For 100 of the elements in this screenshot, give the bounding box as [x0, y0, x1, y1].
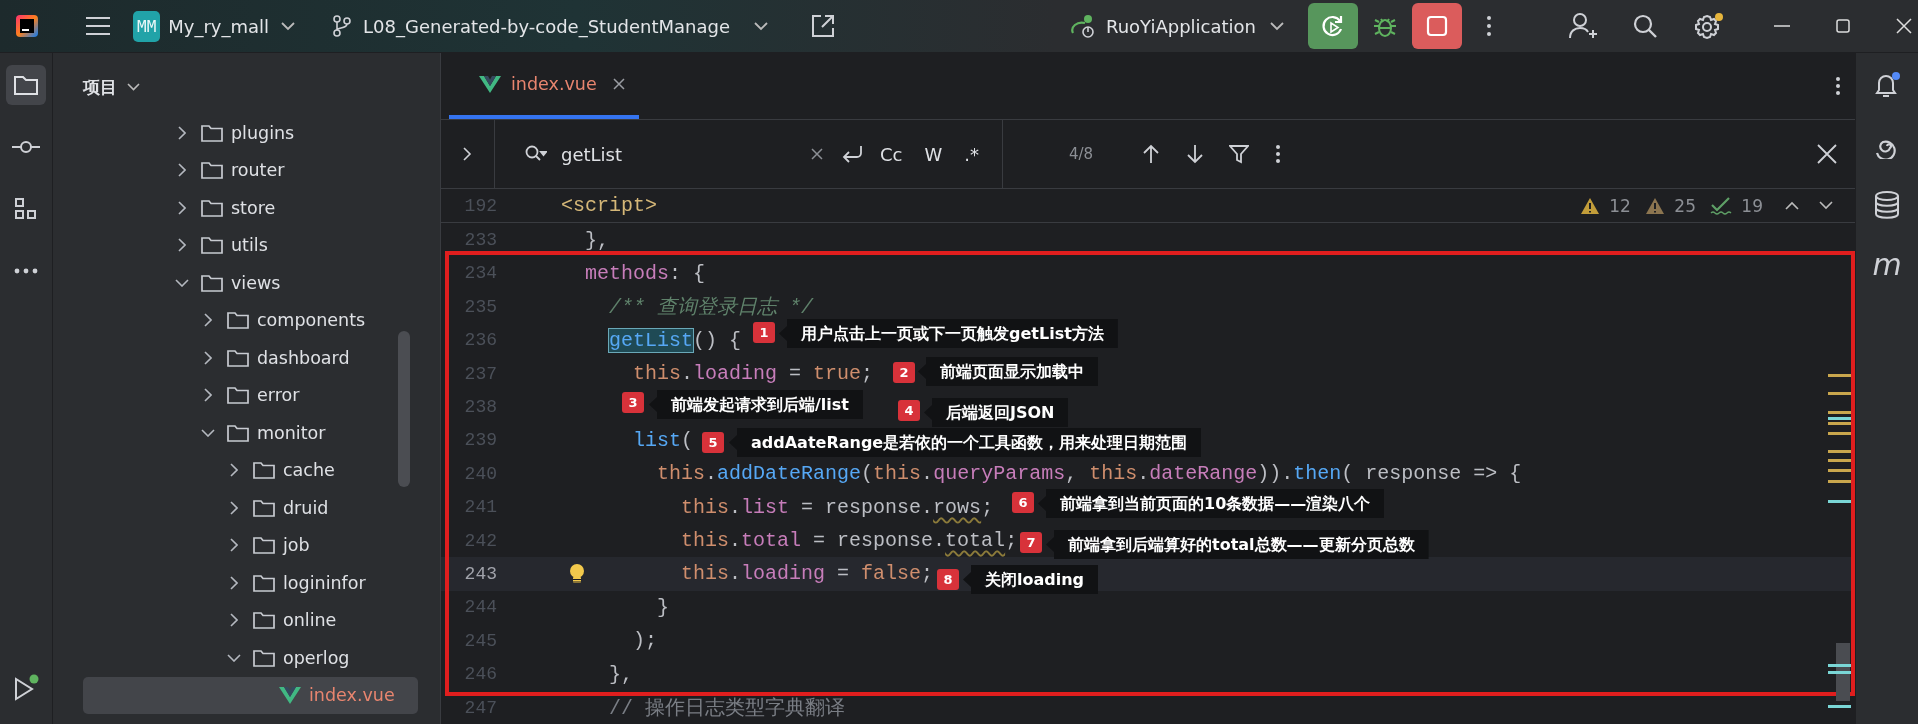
callout: 用户点击上一页或下一页触发getList方法 — [779, 319, 1118, 348]
chevron-icon[interactable] — [230, 575, 238, 590]
previous-icon[interactable] — [1785, 201, 1799, 211]
folder-icon — [227, 348, 249, 367]
caret-icon[interactable] — [754, 21, 769, 31]
plugin-tool-button[interactable]: m — [1872, 251, 1902, 279]
folder-icon — [253, 611, 275, 630]
tree-item[interactable]: error — [257, 385, 300, 406]
structure-icon[interactable] — [14, 197, 38, 221]
project-name[interactable]: My_ry_mall — [168, 15, 270, 37]
check-icon[interactable] — [1709, 196, 1732, 215]
lightbulb-icon[interactable] — [569, 563, 585, 586]
caret-icon[interactable] — [1270, 21, 1284, 31]
callout: addAateRange是若依的一个工具函数，用来处理日期范围 — [729, 428, 1202, 457]
step-badge: 4 — [898, 400, 920, 421]
inspection-count[interactable]: 19 — [1709, 195, 1763, 216]
chevron-icon[interactable] — [227, 653, 241, 662]
tree-item[interactable]: utils — [231, 235, 268, 256]
chevron-icon[interactable] — [178, 163, 186, 178]
close-icon[interactable] — [612, 78, 625, 90]
tree-item[interactable]: online — [283, 610, 337, 631]
more-icon[interactable] — [1275, 144, 1282, 164]
tree-item[interactable]: router — [231, 160, 285, 181]
search-option[interactable]: Cc — [875, 139, 908, 169]
branch-icon[interactable] — [333, 15, 352, 37]
search-field[interactable]: getList — [561, 139, 811, 169]
external-window-icon[interactable] — [810, 13, 837, 39]
run-configuration[interactable]: RuoYiApplication — [1105, 15, 1256, 37]
stop-button[interactable] — [1412, 3, 1462, 49]
chevron-icon[interactable] — [178, 238, 186, 253]
inspection-count[interactable]: 12 — [1579, 195, 1631, 216]
search-option[interactable]: .* — [959, 139, 984, 169]
chevron-icon[interactable] — [175, 278, 189, 287]
code-line: list( — [633, 428, 694, 452]
branch-name[interactable]: L08_Generated-by-code_StudentManage — [363, 15, 731, 37]
settings-icon[interactable] — [1694, 12, 1724, 40]
chevron-icon[interactable] — [204, 350, 212, 365]
code-line: // 操作日志类型字典翻译 — [609, 696, 846, 722]
tree-item[interactable]: views — [231, 272, 281, 293]
chevron-icon[interactable] — [178, 200, 186, 215]
tree-item[interactable]: operlog — [283, 647, 350, 668]
tree-item[interactable]: monitor — [257, 422, 326, 443]
tree-item[interactable]: index.vue — [309, 685, 395, 706]
tree-item[interactable]: dashboard — [257, 347, 350, 368]
chevron-icon[interactable] — [230, 500, 238, 515]
close-icon[interactable] — [1817, 144, 1837, 164]
chevron-icon[interactable] — [230, 463, 238, 478]
next-icon[interactable] — [1819, 201, 1833, 211]
commit-icon[interactable] — [12, 140, 40, 154]
chevron-icon[interactable] — [204, 388, 212, 403]
expand-icon[interactable] — [463, 147, 472, 161]
project-tool-button[interactable] — [6, 65, 46, 105]
more-icon[interactable] — [1835, 76, 1841, 96]
chevron-icon[interactable] — [230, 538, 238, 553]
folder-icon[interactable] — [13, 74, 39, 96]
database-icon[interactable] — [1874, 191, 1900, 219]
code-line: /** 查询登录日志 */ — [609, 295, 814, 321]
search-icon[interactable] — [1632, 13, 1658, 39]
inspection-count[interactable]: 25 — [1644, 195, 1696, 216]
scrollbar[interactable] — [398, 331, 410, 487]
tree-item[interactable]: logininfor — [283, 572, 366, 593]
clear-icon[interactable] — [811, 148, 823, 160]
search-option[interactable]: W — [919, 139, 948, 169]
caret-icon[interactable] — [281, 21, 296, 31]
run-icon[interactable] — [13, 674, 39, 702]
step-badge: 5 — [702, 432, 724, 453]
caret-icon[interactable] — [127, 83, 140, 91]
up-arrow-icon[interactable] — [1143, 144, 1160, 164]
callout: 后端返回JSON — [924, 398, 1069, 427]
more-icon[interactable] — [1486, 15, 1492, 37]
wrap-icon[interactable] — [841, 145, 863, 163]
step-badge: 7 — [1020, 532, 1042, 553]
maximize-icon[interactable] — [1836, 19, 1850, 33]
app-logo-icon[interactable] — [16, 15, 38, 37]
chevron-icon[interactable] — [178, 125, 186, 140]
code-line: this.list = response.rows; — [681, 495, 994, 519]
warning-icon[interactable] — [1644, 196, 1665, 215]
stop-icon[interactable] — [1425, 14, 1449, 38]
code-line: this.loading = true; — [633, 362, 874, 386]
menu-icon[interactable] — [85, 16, 111, 36]
step-badge: 1 — [753, 322, 775, 343]
step-badge: 2 — [893, 362, 915, 383]
chevron-icon[interactable] — [201, 428, 215, 437]
tree-item[interactable]: components — [257, 310, 366, 331]
rerun-button[interactable] — [1308, 3, 1358, 49]
warning-icon[interactable] — [1579, 196, 1600, 215]
down-arrow-icon[interactable] — [1187, 144, 1204, 164]
file-tab[interactable]: index.vue — [449, 53, 639, 119]
add-user-icon[interactable] — [1568, 12, 1598, 40]
tree-item[interactable]: store — [231, 197, 276, 218]
filter-icon[interactable] — [1229, 144, 1250, 164]
chevron-icon[interactable] — [204, 313, 212, 328]
panel-title[interactable]: 项目 — [83, 75, 117, 99]
tree-item[interactable]: plugins — [231, 122, 295, 143]
tree-item[interactable]: cache — [283, 460, 335, 481]
more-icon[interactable] — [14, 268, 38, 274]
search-icon[interactable] — [525, 145, 547, 163]
chevron-icon[interactable] — [230, 613, 238, 628]
tree-item[interactable]: job — [283, 535, 310, 556]
tree-item[interactable]: druid — [283, 497, 329, 518]
